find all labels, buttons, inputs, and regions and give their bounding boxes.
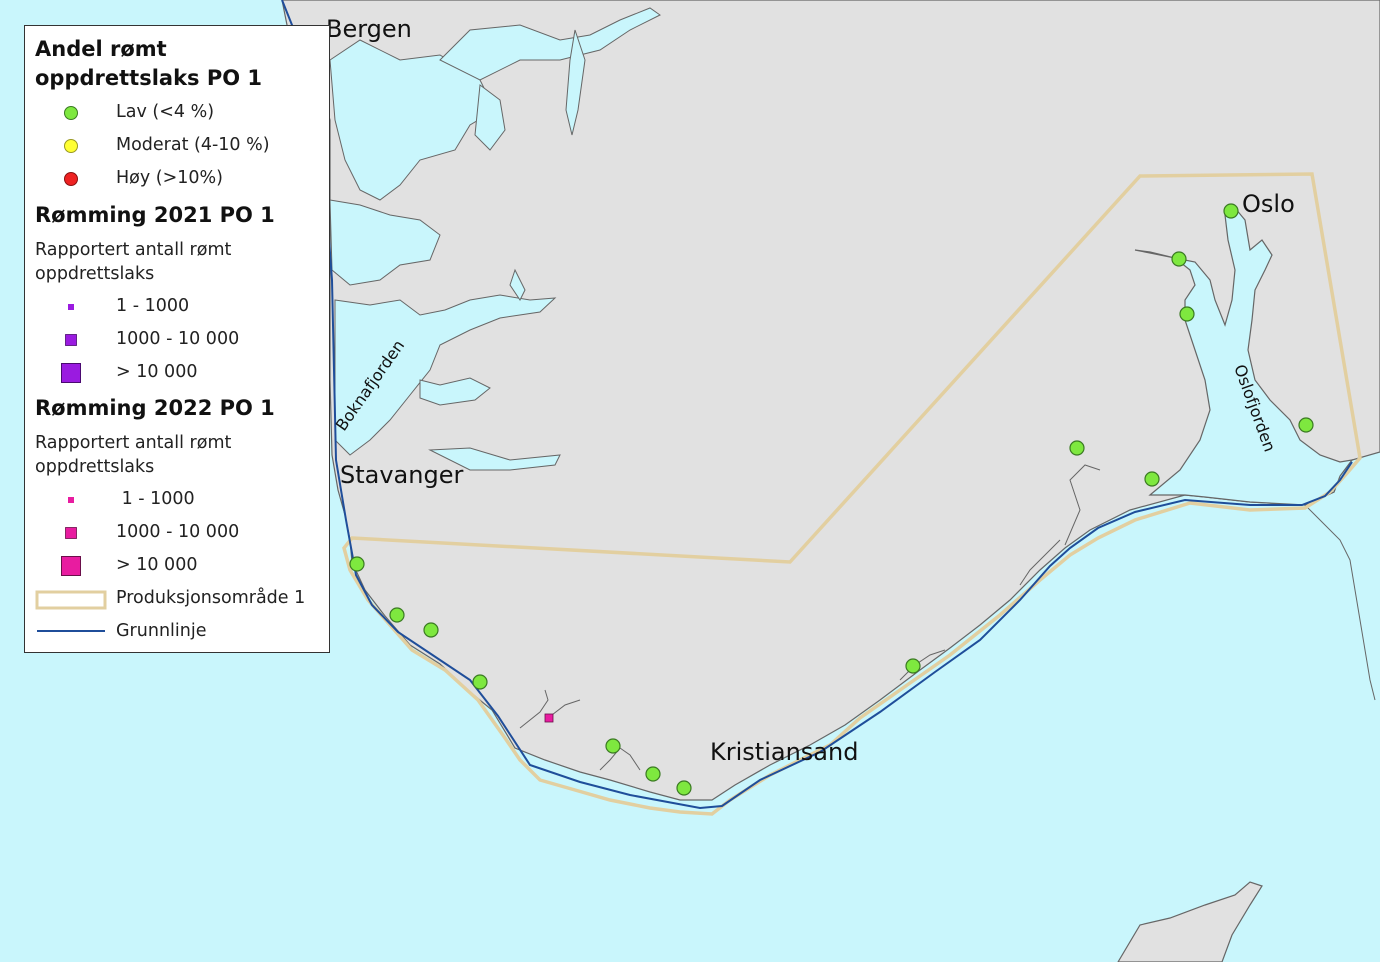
station-low-marker[interactable] (389, 607, 405, 623)
legend-title-escaped-share: Andel rømt oppdrettslaks PO 1 (35, 37, 263, 90)
legend-2022-medium-label: 1000 - 10 000 (116, 522, 240, 542)
city-label-bergen: Bergen (326, 15, 412, 43)
legend-title-escape-2021: Rømming 2021 PO 1 (35, 203, 275, 227)
legend-baseline-symbol (37, 630, 105, 632)
legend-moderate-symbol (64, 139, 78, 153)
legend-moderate-label: Moderat (4-10 %) (116, 135, 270, 155)
station-low-marker[interactable] (472, 674, 488, 690)
legend-subtitle-2021: Rapportert antall rømt oppdrettslaks (35, 240, 232, 284)
map-legend: Andel rømt oppdrettslaks PO 1 Lav (<4 %)… (24, 25, 330, 653)
station-low-marker[interactable] (1179, 306, 1195, 322)
station-low-marker[interactable] (349, 556, 365, 572)
legend-2021-medium-label: 1000 - 10 000 (116, 329, 240, 349)
legend-area-label: Produksjonsområde 1 (116, 588, 306, 608)
legend-baseline-label: Grunnlinje (116, 621, 207, 641)
legend-2021-large-symbol (61, 363, 81, 383)
legend-high-symbol (64, 172, 78, 186)
station-low-marker[interactable] (676, 780, 692, 796)
legend-2021-small-label: 1 - 1000 (116, 296, 190, 316)
station-low-marker[interactable] (905, 658, 921, 674)
legend-low-symbol (64, 106, 78, 120)
legend-2021-large-label: > 10 000 (116, 362, 198, 382)
station-low-marker[interactable] (1069, 440, 1085, 456)
station-low-marker[interactable] (1144, 471, 1160, 487)
legend-subtitle-2022: Rapportert antall rømt oppdrettslaks (35, 433, 232, 477)
city-label-stavanger: Stavanger (340, 461, 463, 489)
legend-area-symbol (35, 590, 107, 610)
station-low-marker[interactable] (1298, 417, 1314, 433)
legend-2021-small-symbol (68, 304, 74, 310)
legend-2022-large-label: > 10 000 (116, 555, 198, 575)
legend-low-label: Lav (<4 %) (116, 102, 215, 122)
legend-2022-large-symbol (61, 556, 81, 576)
city-label-kristiansand: Kristiansand (710, 738, 858, 766)
station-low-marker[interactable] (1223, 203, 1239, 219)
station-low-marker[interactable] (1171, 251, 1187, 267)
legend-2022-small-label: 1 - 1000 (116, 489, 195, 509)
station-low-marker[interactable] (645, 766, 661, 782)
station-low-marker[interactable] (605, 738, 621, 754)
city-label-oslo: Oslo (1242, 190, 1295, 218)
legend-2022-small-symbol (68, 497, 74, 503)
legend-2021-medium-symbol (65, 334, 77, 346)
station-low-marker[interactable] (423, 622, 439, 638)
legend-2022-medium-symbol (65, 527, 77, 539)
legend-title-escape-2022: Rømming 2022 PO 1 (35, 396, 275, 420)
legend-high-label: Høy (>10%) (116, 168, 223, 188)
escape-2022-marker[interactable] (544, 713, 554, 723)
